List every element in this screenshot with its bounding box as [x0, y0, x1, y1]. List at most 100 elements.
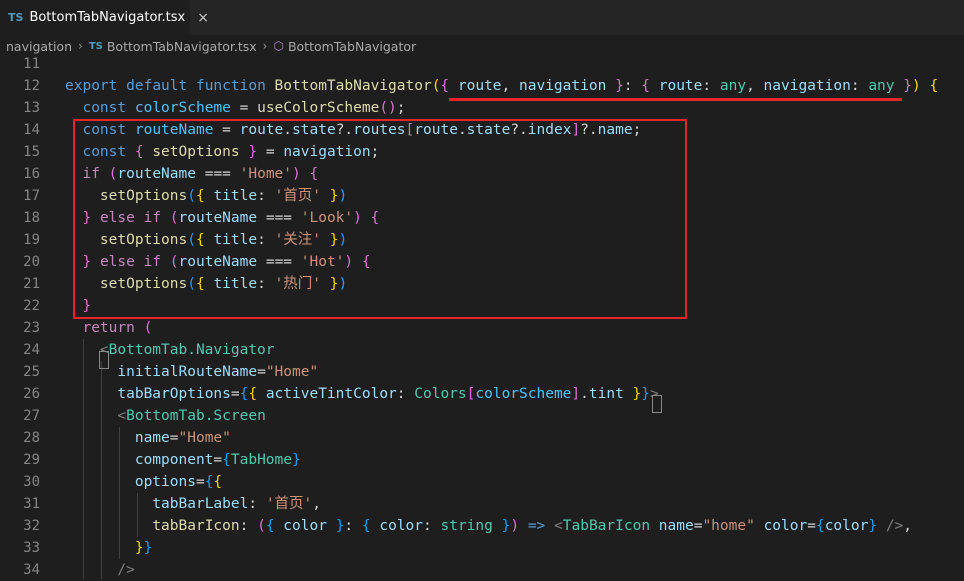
line-number: 13 [23, 100, 40, 116]
code-token: Colors [414, 386, 467, 402]
code-line[interactable]: 26 tabBarOptions={{ activeTintColor: Col… [0, 383, 964, 405]
code-token: { [440, 78, 450, 94]
code-text: /> [65, 559, 134, 581]
code-text: tabBarIcon: ({ color }: { color: string … [65, 515, 912, 537]
code-token: } [292, 452, 301, 468]
line-number: 11 [23, 56, 40, 72]
code-text: component={TabHome} [65, 449, 301, 471]
line-number: 23 [23, 320, 40, 336]
code-token: : [623, 78, 642, 94]
code-token: color [283, 518, 327, 534]
code-line[interactable]: 24 <BottomTab.Navigator [0, 339, 964, 361]
code-token: } [903, 78, 912, 94]
code-text: <BottomTab.Navigator [65, 339, 275, 361]
close-icon[interactable]: × [197, 10, 209, 26]
code-token: string [440, 518, 493, 534]
line-number: 18 [23, 210, 40, 226]
code-token: = [213, 452, 223, 468]
code-line[interactable]: 11 [0, 53, 964, 75]
line-number: 19 [23, 232, 40, 248]
code-token: initialRouteName [117, 364, 258, 380]
code-token: : [850, 78, 869, 94]
code-token: { [361, 518, 371, 534]
code-token: tabBarIcon [152, 518, 240, 534]
line-number: 22 [23, 298, 40, 314]
code-line[interactable]: 33 }} [0, 537, 964, 559]
code-line[interactable]: 32 tabBarIcon: ({ color }: { color: stri… [0, 515, 964, 537]
bracket-match-highlight [652, 395, 662, 413]
code-text: options={{ [65, 471, 222, 493]
code-token: : [423, 518, 441, 534]
code-token: = [230, 100, 258, 116]
code-token: } [641, 386, 650, 402]
code-token: : [248, 496, 266, 512]
line-number: 32 [23, 518, 40, 534]
code-text: const colorScheme = useColorScheme(); [65, 97, 405, 119]
code-token: { [929, 78, 939, 94]
code-token: { [213, 474, 223, 490]
code-token: "Home" [265, 364, 319, 380]
breadcrumb-symbol[interactable]: BottomTabNavigator [288, 39, 416, 54]
code-token: ( [257, 518, 266, 534]
code-token: = [257, 364, 266, 380]
code-editor[interactable]: 11 12 export default function BottomTabNav… [0, 53, 964, 580]
code-token: default [126, 78, 188, 94]
breadcrumb-folder[interactable]: navigation [6, 39, 72, 54]
line-number: 26 [23, 386, 40, 402]
code-token: . [580, 386, 589, 402]
editor-tab-bottomtabnavigator[interactable]: TS BottomTabNavigator.tsx × [0, 0, 209, 35]
code-line[interactable]: 31 tabBarLabel: '首页', [0, 493, 964, 515]
line-number: 17 [23, 188, 40, 204]
code-token: tabBarLabel [152, 496, 249, 512]
code-line[interactable]: 27 <BottomTab.Screen [0, 405, 964, 427]
typescript-file-icon: TS [88, 40, 103, 52]
code-token: navigation [763, 78, 851, 94]
editor-tab-bar: TS BottomTabNavigator.tsx × [0, 0, 964, 35]
code-text: return ( [65, 317, 152, 339]
code-token: "Home" [178, 430, 231, 446]
code-token: color [379, 518, 424, 534]
code-line[interactable]: 25 initialRouteName="Home" [0, 361, 964, 383]
code-token: name [134, 430, 170, 446]
code-token: export [65, 78, 118, 94]
bracket-match-highlight [99, 351, 109, 369]
code-token: ( [379, 100, 389, 116]
line-number: 24 [23, 342, 40, 358]
code-line[interactable]: 23 return ( [0, 317, 964, 339]
code-token: name [658, 518, 694, 534]
code-token: = [195, 474, 205, 490]
code-token: = [169, 430, 179, 446]
code-token: colorScheme [475, 386, 572, 402]
code-line[interactable]: 29 component={TabHome} [0, 449, 964, 471]
code-token: BottomTabNavigator [274, 78, 432, 94]
code-token: colorScheme [134, 100, 231, 116]
typescript-file-icon: TS [8, 11, 24, 24]
breadcrumb-file[interactable]: BottomTabNavigator.tsx [107, 39, 257, 54]
annotation-highlight-box [73, 119, 687, 319]
code-line[interactable]: 28 name="Home" [0, 427, 964, 449]
code-token: route [658, 78, 703, 94]
code-line[interactable]: 34 /> [0, 559, 964, 581]
code-token: ) [911, 78, 921, 94]
code-line[interactable]: 12 export default function BottomTabNavig… [0, 75, 964, 97]
code-line[interactable]: 30 options={{ [0, 471, 964, 493]
code-token: '首页' [265, 496, 313, 512]
code-token: , [312, 496, 322, 512]
code-token: BottomTab.Screen [126, 408, 266, 424]
